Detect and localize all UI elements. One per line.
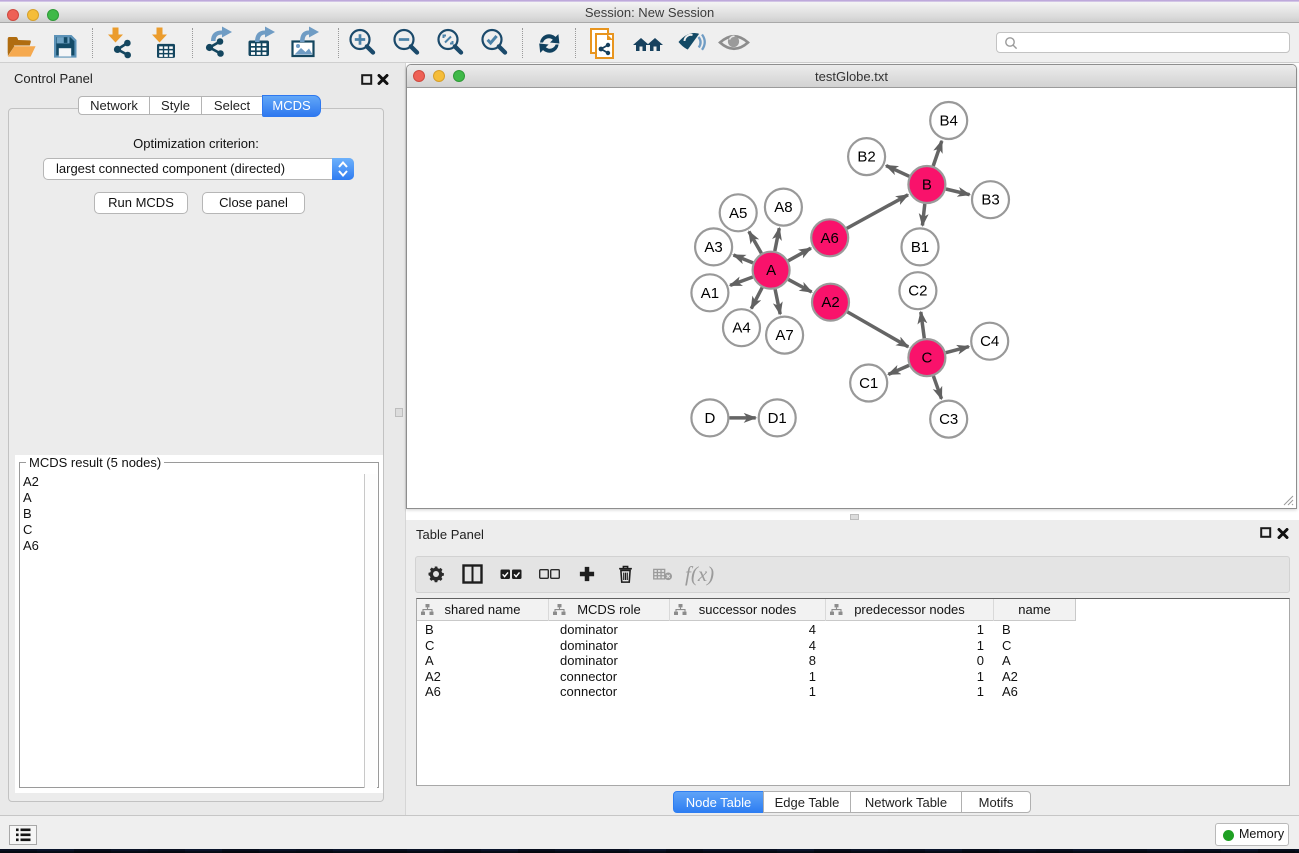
svg-text:A1: A1	[701, 285, 719, 302]
svg-text:A2: A2	[821, 294, 839, 311]
svg-text:B1: B1	[911, 239, 929, 256]
svg-text:C: C	[921, 350, 932, 367]
svg-text:C2: C2	[908, 283, 927, 300]
svg-text:A6: A6	[821, 230, 839, 247]
svg-text:B4: B4	[940, 113, 958, 130]
svg-text:B2: B2	[857, 149, 875, 166]
svg-text:C4: C4	[980, 333, 999, 350]
svg-text:C1: C1	[859, 375, 878, 392]
svg-text:B: B	[922, 177, 932, 194]
svg-text:B3: B3	[981, 192, 999, 209]
svg-text:A5: A5	[729, 205, 747, 222]
svg-text:D: D	[704, 410, 715, 427]
svg-text:C3: C3	[939, 411, 958, 428]
svg-text:A8: A8	[774, 199, 792, 216]
svg-text:A4: A4	[732, 320, 750, 337]
svg-text:A3: A3	[704, 239, 722, 256]
svg-text:A: A	[766, 262, 776, 279]
svg-text:D1: D1	[768, 410, 787, 427]
svg-text:A7: A7	[775, 327, 793, 344]
